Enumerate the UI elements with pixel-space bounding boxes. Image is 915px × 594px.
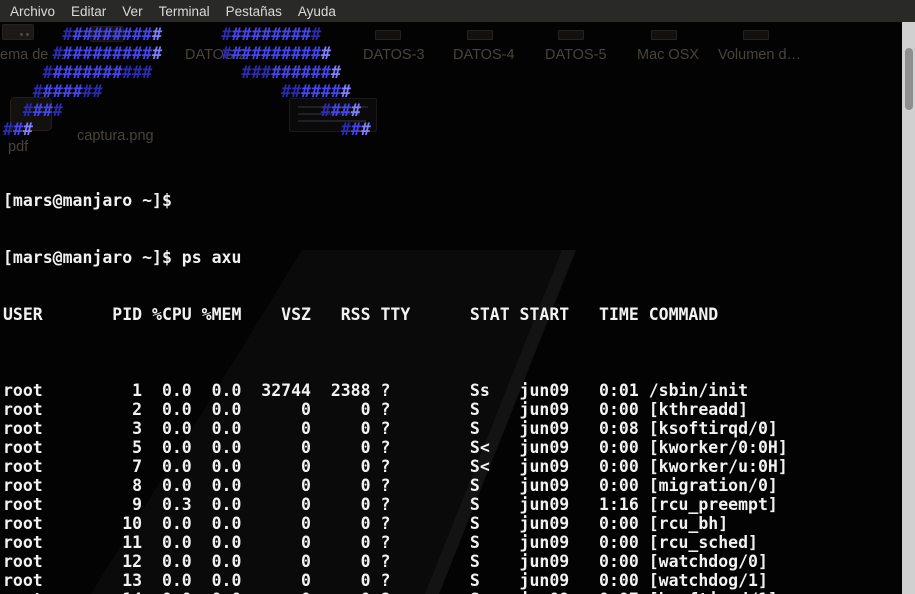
mini-drive-icon (558, 30, 584, 40)
menu-item-ver[interactable]: Ver (122, 4, 142, 19)
menu-item-archivo[interactable]: Archivo (10, 4, 55, 19)
ps-header-row: USER PID %CPU %MEM VSZ RSS TTY STAT STAR… (3, 305, 788, 324)
menu-item-terminal[interactable]: Terminal (159, 4, 210, 19)
process-row: root 13 0.0 0.0 0 0 ? S jun09 0:00 [watc… (3, 571, 788, 590)
process-row: root 2 0.0 0.0 0 0 ? S jun09 0:00 [kthre… (3, 400, 788, 419)
terminal-window: ArchivoEditarVerTerminalPestañasAyuda em… (0, 0, 915, 594)
mini-drive-icon (375, 30, 401, 40)
ascii-art-line: #### #### (3, 101, 371, 120)
mini-drive-icon (651, 30, 677, 40)
process-row: root 1 0.0 0.0 32744 2388 ? Ss jun09 0:0… (3, 381, 788, 400)
terminal-screen[interactable]: [mars@manjaro ~]$ [mars@manjaro ~]$ ps a… (3, 153, 788, 594)
mini-drive-icon (743, 30, 769, 40)
process-row: root 7 0.0 0.0 0 0 ? S< jun09 0:00 [kwor… (3, 457, 788, 476)
ascii-art-line: ########### ########### (3, 44, 371, 63)
menu-bar: Archivo Editar Ver Terminal Pestañas Ayuda (0, 0, 915, 22)
desktop-icon-label: DATOS-4 (453, 47, 515, 63)
desktop-icon-label: DATOS-3 (363, 47, 425, 63)
desktop-icon-label: DATOS-5 (545, 47, 607, 63)
desktop-icon-label: Mac OSX (637, 47, 699, 63)
process-row: root 11 0.0 0.0 0 0 ? S jun09 0:00 [rcu_… (3, 533, 788, 552)
prompt-line: [mars@manjaro ~]$ (3, 191, 788, 210)
scrollbar-track[interactable] (902, 22, 915, 594)
process-row: root 3 0.0 0.0 0 0 ? S jun09 0:08 [ksoft… (3, 419, 788, 438)
ascii-art-line: ### ### (3, 120, 371, 139)
process-row: root 14 0.0 0.0 0 0 ? S jun09 0:07 [ksof… (3, 590, 788, 594)
process-row: root 10 0.0 0.0 0 0 ? S jun09 0:00 [rcu_… (3, 514, 788, 533)
menu-item-editar[interactable]: Editar (71, 4, 106, 19)
ascii-art-line: ########## ########## (3, 25, 371, 44)
mini-drive-icon (467, 30, 493, 40)
process-row: root 5 0.0 0.0 0 0 ? S< jun09 0:00 [kwor… (3, 438, 788, 457)
menu-item-ayuda[interactable]: Ayuda (298, 4, 336, 19)
ascii-art-line: ########### ########## (3, 63, 371, 82)
process-row: root 9 0.3 0.0 0 0 ? S jun09 1:16 [rcu_p… (3, 495, 788, 514)
process-row: root 8 0.0 0.0 0 0 ? S jun09 0:00 [migra… (3, 476, 788, 495)
menu-item-pestañas[interactable]: Pestañas (226, 4, 282, 19)
scrollbar-thumb[interactable] (905, 48, 913, 110)
ascii-art-line: ####### ####### (3, 82, 371, 101)
desktop-icon-label: Volumen d… (718, 47, 801, 63)
process-row: root 12 0.0 0.0 0 0 ? S jun09 0:00 [watc… (3, 552, 788, 571)
command-line: [mars@manjaro ~]$ ps axu (3, 248, 788, 267)
ascii-art: ########## ########## ########### ######… (3, 25, 371, 139)
